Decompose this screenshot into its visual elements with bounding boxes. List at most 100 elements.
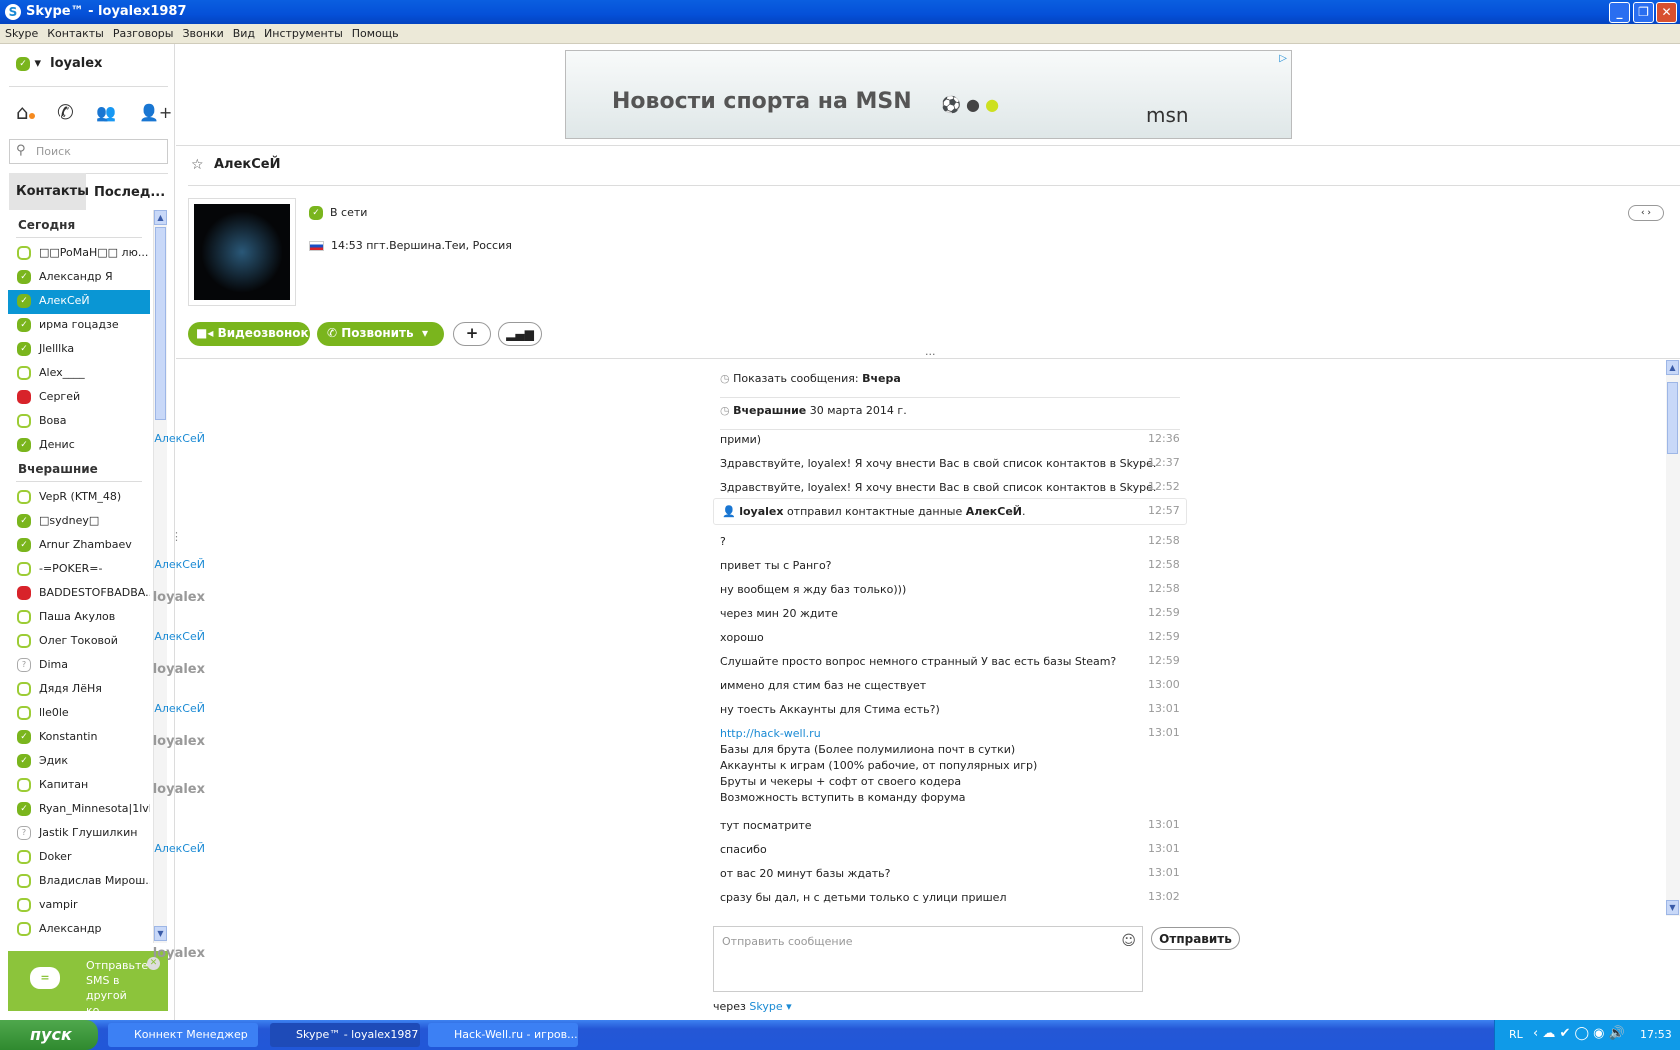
message-time: 13:01 [1148,842,1180,855]
message-input[interactable]: Отправить сообщение ☺ [713,926,1143,992]
contact-status: В сети [309,206,367,220]
msn-logo: msn [1146,103,1189,127]
call-button[interactable]: ✆ Позвонить ▾ [317,322,444,346]
message-sender[interactable]: loyalex [16,782,205,797]
contact-list-item[interactable]: -=POKER=- [8,558,150,582]
message-sender[interactable]: АлекСеЙ [154,432,205,445]
menu-skype[interactable]: Skype [0,24,42,40]
contact-list-item[interactable]: Сергей [8,386,150,410]
via-skype-link[interactable]: Skype [749,1000,782,1013]
contact-list-item[interactable]: АлекСеЙ [8,290,150,314]
status-offline-icon [17,850,31,864]
message-time: 12:52 [1148,480,1180,493]
menu-calls[interactable]: Звонки [177,24,227,40]
menu-conversations[interactable]: Разговоры [108,24,178,40]
message-sender[interactable]: loyalex [16,734,205,749]
status-offline-icon [17,634,31,648]
message-sender[interactable]: loyalex [16,662,205,677]
via-selector[interactable]: через Skype ▾ [713,1000,792,1013]
contact-list-item[interactable]: vampir [8,894,150,918]
minimize-button[interactable]: _ [1609,2,1630,23]
group-icon[interactable]: 👥 [96,103,116,122]
task-opera-hackwell[interactable]: Hack-Well.ru - игров... [428,1023,578,1047]
send-button[interactable]: Отправить [1151,927,1240,950]
chat-bubble-icon: = [30,967,60,989]
contact-list-item[interactable]: lle0le [8,702,150,726]
contact-list-item[interactable]: Эдик [8,750,150,774]
contact-list-item[interactable]: Jlelllka [8,338,150,362]
contact-list-item[interactable]: □sydney□ [8,510,150,534]
message-sender[interactable]: loyalex [16,946,205,961]
message-sender[interactable]: АлекСеЙ [154,558,205,571]
clock-icon: ◷ [720,404,730,417]
contact-list-item[interactable]: □□PoMaH□□ лю... [8,242,150,266]
contact-list-item[interactable]: Alex____ [8,362,150,386]
tab-recent[interactable]: Послед... [86,173,168,210]
home-icon[interactable]: ⌂ [16,100,35,124]
menu-contacts[interactable]: Контакты [42,24,108,40]
chat-scrollbar[interactable]: ▲ ▼ [1666,360,1680,916]
contact-list-item[interactable]: Олег Токовой [8,630,150,654]
contact-name: Владислав Мирош... [39,874,150,887]
task-skype[interactable]: Skype™ - loyalex1987 [270,1023,420,1047]
contact-list-item[interactable]: VepR (KTM_48) [8,486,150,510]
resize-handle[interactable]: ... [925,345,936,358]
search-input[interactable]: ⚲ Поиск [9,139,168,164]
contact-list-scrollbar[interactable]: ▲ ▼ [153,210,167,943]
contact-avatar [188,198,296,306]
start-button[interactable]: пуск [0,1020,98,1050]
message-sender[interactable]: АлекСеЙ [154,630,205,643]
contact-name: Jastik Глушилкин [39,826,138,839]
maximize-button[interactable]: ❐ [1633,2,1654,23]
profile-pager[interactable]: ‹ › [1628,205,1664,221]
message-time: 12:59 [1148,606,1180,619]
video-call-button[interactable]: ■◂ Видеозвонок [188,322,310,346]
task-connect-manager[interactable]: Коннект Менеджер [108,1023,258,1047]
message-sender[interactable]: АлекСеЙ [154,842,205,855]
tab-contacts[interactable]: Контакты [9,173,89,210]
message-sender[interactable]: loyalex [16,590,205,605]
contact-name: Олег Токовой [39,634,118,647]
contact-list-item[interactable]: Владислав Мирош... [8,870,150,894]
contact-list-item[interactable]: Дядя ЛёНя [8,678,150,702]
show-messages-filter[interactable]: ◷ Показать сообщения: Вчера [720,372,1180,398]
contact-list-item[interactable]: Ryan_Minnesota|1lvl| [8,798,150,822]
menu-tools[interactable]: Инструменты [259,24,347,40]
menu-help[interactable]: Помощь [347,24,403,40]
sidebar-splitter[interactable]: ⋮ [171,530,182,543]
show-messages-value[interactable]: Вчера [862,372,901,385]
call-quality-icon[interactable]: ▂▄▆ [498,322,542,346]
tray-icons[interactable]: ‹ ☁ ✔ ◯ ◉ 🔊 [1533,1026,1625,1041]
close-button[interactable]: ✕ [1656,2,1677,23]
contact-list-item[interactable]: Вова [8,410,150,434]
user-status[interactable]: ▾ loyalex [16,56,102,71]
contact-list-item[interactable]: Arnur Zhambaev [8,534,150,558]
language-indicator[interactable]: RL [1509,1028,1523,1041]
message-time: 12:58 [1148,558,1180,571]
contact-list-item[interactable]: ? Jastik Глушилкин [8,822,150,846]
contact-list-item[interactable]: Денис [8,434,150,458]
contact-list-item[interactable]: ирма гоцадзе [8,314,150,338]
search-icon: ⚲ [16,143,26,158]
ad-banner[interactable]: Новости спорта на MSN ⚽ ● ● msn ▷ [565,50,1292,139]
contact-list-item[interactable]: Александр [8,918,150,942]
contact-name: Сергей [39,390,81,403]
add-contact-icon[interactable]: 👤+ [139,103,172,122]
message-time: 12:36 [1148,432,1180,445]
favorite-star-icon[interactable]: ☆ [191,157,204,173]
contact-list-item[interactable]: Александр Я [8,266,150,290]
message-text: сразу бы дал, н с детьми только с улици … [720,891,1007,904]
contact-name: Александр Я [39,270,113,283]
emoticon-icon[interactable]: ☺ [1121,933,1136,949]
message-text: Здравствуйте, loyalex! Я хочу внести Вас… [720,457,1157,470]
contact-list-item[interactable]: Паша Акулов [8,606,150,630]
menu-view[interactable]: Вид [228,24,259,40]
adchoices-icon[interactable]: ▷ [1279,53,1287,64]
contact-list-item[interactable]: Doker [8,846,150,870]
message-link[interactable]: http://hack-well.ru [720,726,1037,742]
status-online-icon [16,56,30,71]
message-sender[interactable]: АлекСеЙ [154,702,205,715]
call-phone-icon[interactable]: ✆ [57,100,74,124]
add-participant-button[interactable]: + [453,322,491,346]
contact-name: Паша Акулов [39,610,116,623]
